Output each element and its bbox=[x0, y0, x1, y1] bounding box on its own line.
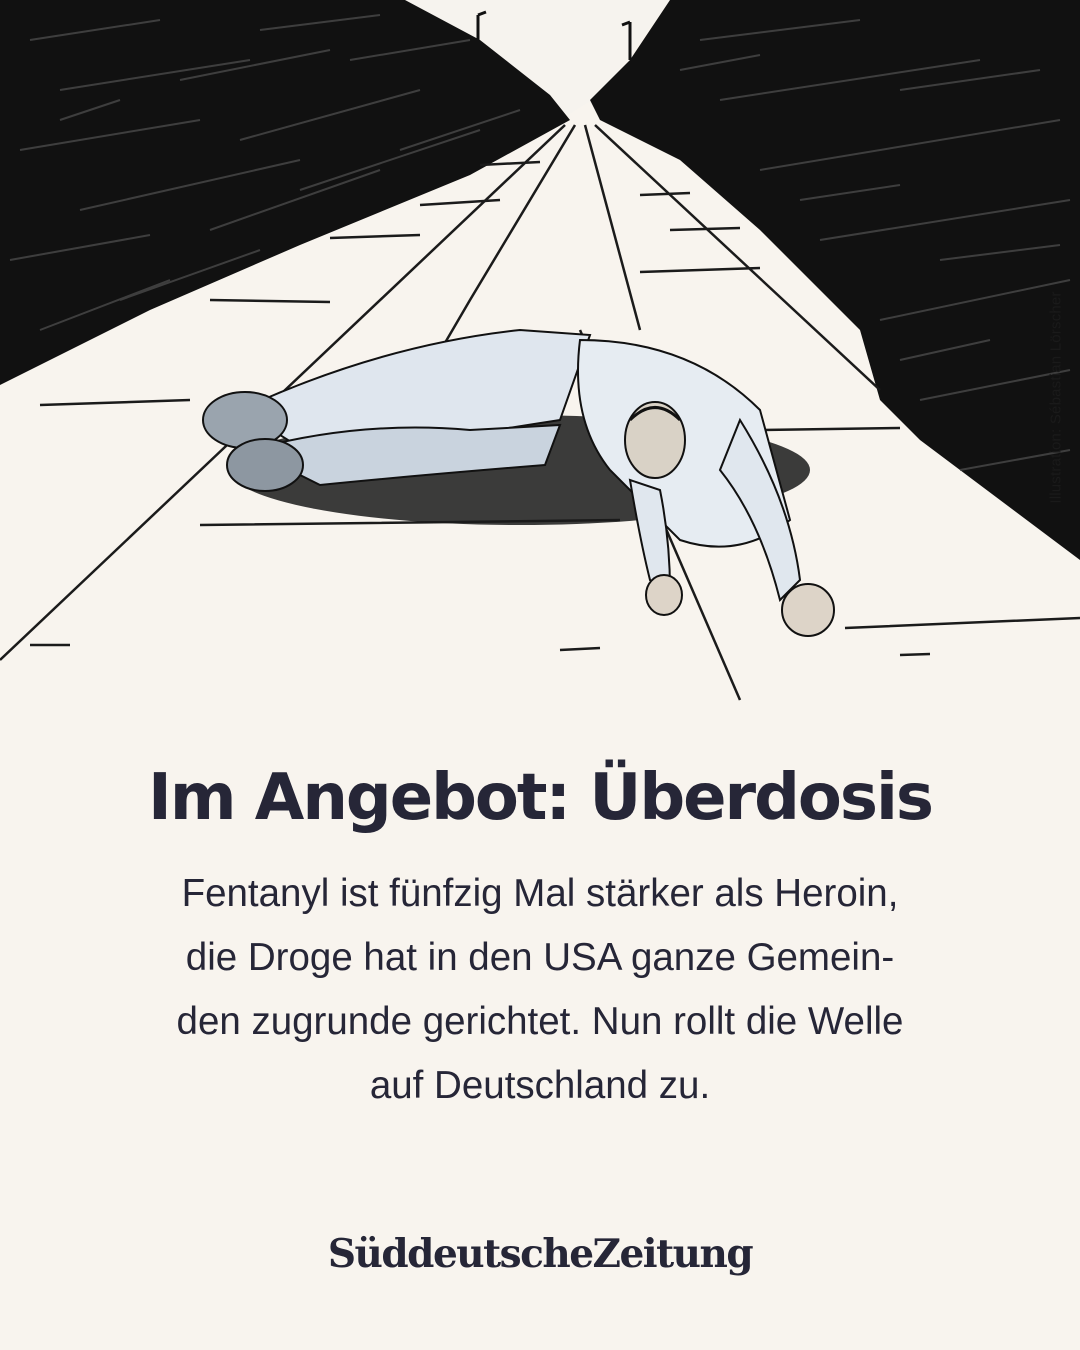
teaser-line: auf Deutschland zu. bbox=[369, 1064, 711, 1107]
sz-logo: SüddeutscheZeitung bbox=[327, 1231, 754, 1277]
illustration-credit: Illustration: Sébastian Lörscher bbox=[1040, 268, 1072, 526]
street-illustration bbox=[0, 0, 1080, 740]
teaser-line: die Droge hat in den USA ganze Gemein- bbox=[185, 936, 895, 979]
headline: Im Angebot: Überdosis bbox=[148, 761, 934, 835]
teaser-text: Fentanyl ist fünfzig Mal stärker als Her… bbox=[90, 862, 990, 1118]
teaser-line: den zugrunde gerichtet. Nun rollt die We… bbox=[176, 1000, 904, 1043]
illustration-credit-text: Illustration: Sébastian Lörscher bbox=[1047, 290, 1065, 504]
teaser-line: Fentanyl ist fünfzig Mal stärker als Her… bbox=[181, 872, 899, 915]
post-card: Illustration: Sébastian Lörscher Im Ange… bbox=[0, 0, 1080, 1350]
